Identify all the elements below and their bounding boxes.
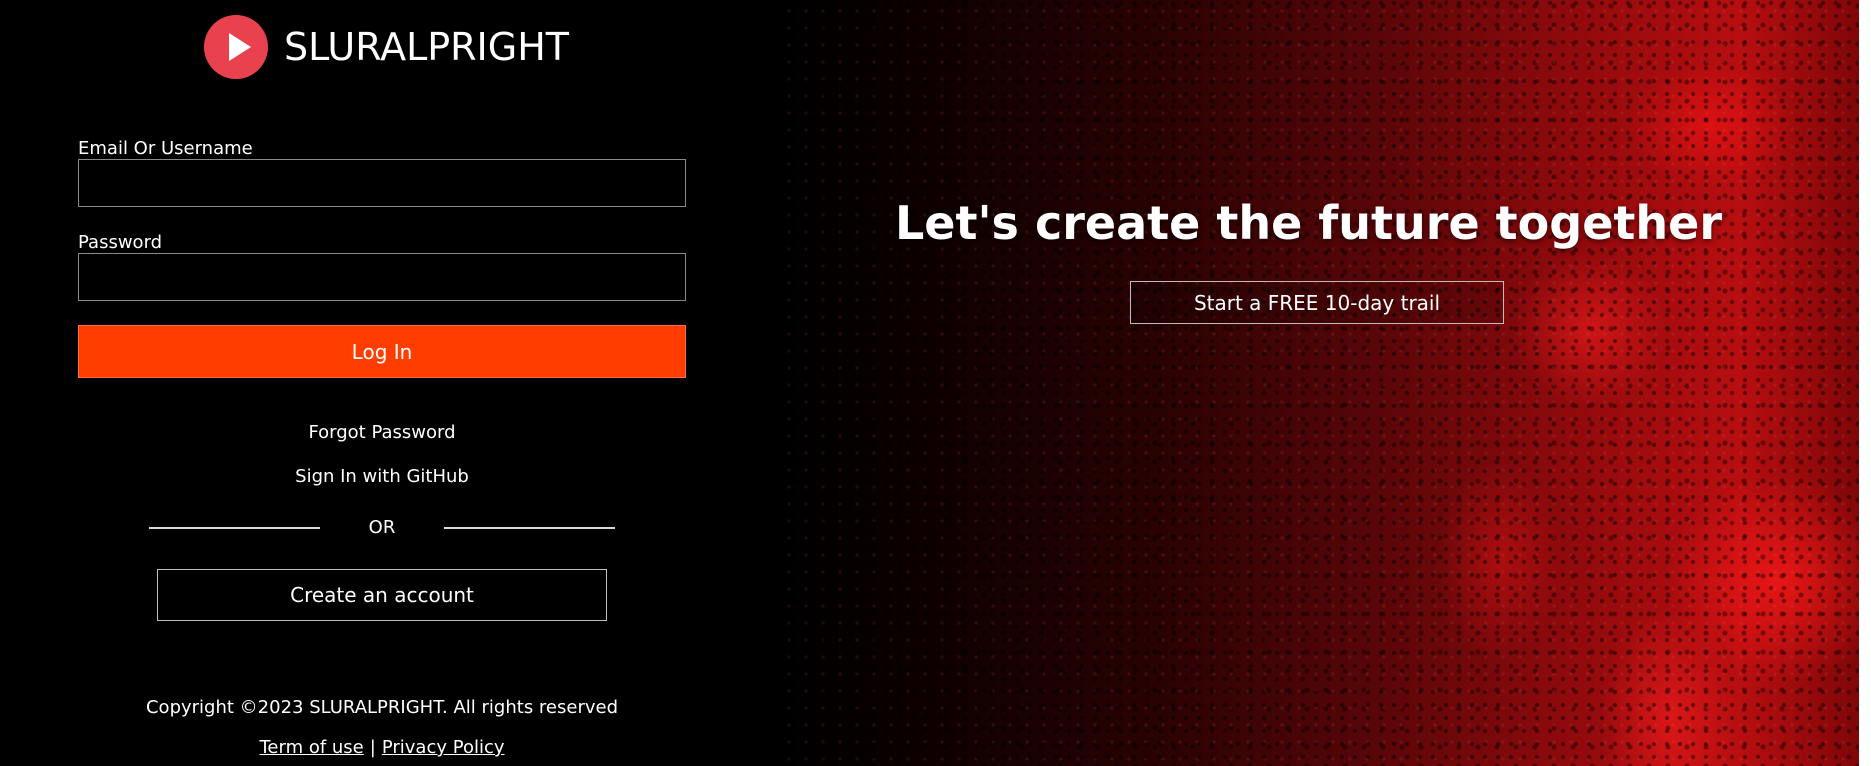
email-label: Email Or Username	[78, 138, 253, 159]
free-trial-button[interactable]: Start a FREE 10-day trail	[1130, 281, 1504, 324]
email-field[interactable]	[78, 159, 686, 207]
hero-background-image	[780, 0, 1871, 766]
brand-header[interactable]: SLURALPRIGHT	[204, 14, 569, 80]
hero-title: Let's create the future together	[894, 196, 1723, 250]
forgot-password-link[interactable]: Forgot Password	[0, 422, 764, 443]
terms-of-use-link[interactable]: Term of use	[259, 737, 363, 758]
github-signin-link[interactable]: Sign In with GitHub	[0, 466, 764, 487]
password-label: Password	[78, 232, 163, 253]
privacy-policy-link[interactable]: Privacy Policy	[382, 737, 505, 758]
password-field[interactable]	[78, 253, 686, 301]
footer-separator: |	[369, 737, 376, 758]
create-account-button[interactable]: Create an account	[157, 569, 607, 621]
footer-links: Term of use | Privacy Policy	[0, 737, 764, 758]
hero-panel: Let's create the future together Start a…	[780, 0, 1871, 766]
login-panel: SLURALPRIGHT Email Or Username Password …	[0, 0, 780, 766]
or-divider: OR	[149, 517, 615, 541]
login-button[interactable]: Log In	[78, 325, 686, 378]
login-page: SLURALPRIGHT Email Or Username Password …	[0, 0, 1871, 766]
divider-line-right	[444, 527, 615, 529]
brand-name: SLURALPRIGHT	[284, 25, 569, 69]
right-edge-strip	[1859, 0, 1871, 766]
play-icon	[204, 15, 268, 79]
copyright-text: Copyright ©2023 SLURALPRIGHT. All rights…	[145, 697, 619, 718]
